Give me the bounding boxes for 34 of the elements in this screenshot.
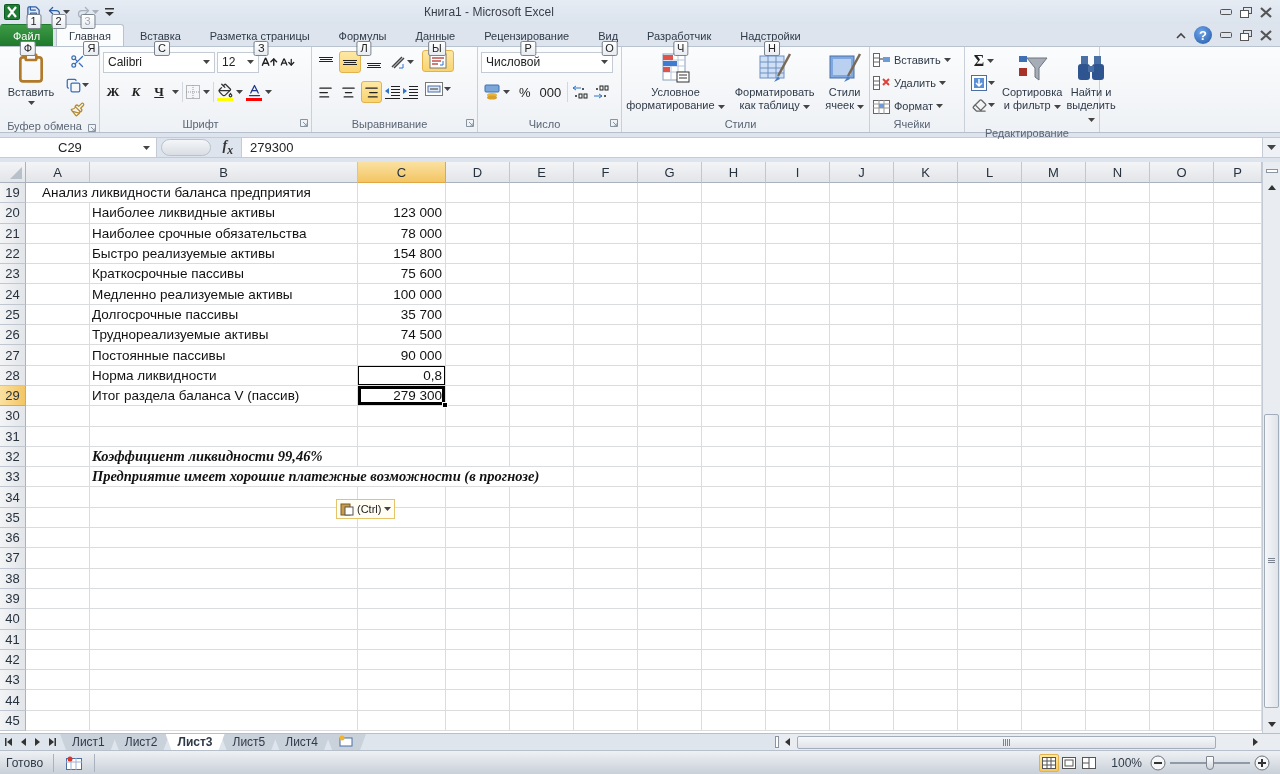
status-text: Готово [0, 753, 55, 772]
group-label: Буфер обмена [7, 120, 82, 132]
cell-text: Быстро реализуемые активы [92, 246, 276, 262]
window-title: Книга1 - Microsoft Excel [424, 5, 555, 19]
cell-text: Наиболее ликвидные активы [92, 205, 276, 221]
keytip-tooltip: Ф [19, 41, 37, 56]
keytip-tooltip: Н [763, 41, 780, 56]
group-label: Шрифт [182, 117, 219, 130]
cell-text: Итог раздела баланса V (пассив) [92, 388, 301, 404]
cell-text: Норма ликвидности [92, 367, 218, 383]
cell-text: Краткосрочные пассивы [92, 266, 245, 282]
keytip-tooltip: 3 [80, 13, 95, 29]
group-label: Выравнивание [351, 117, 428, 130]
keytip-tooltip: З [253, 41, 269, 56]
cell-text: Анализ ликвидности баланса предприятия [42, 185, 312, 201]
cell-text: Наиболее срочные обязательства [92, 225, 308, 241]
group-label: Редактирование [985, 127, 1069, 139]
keytip-tooltip: Я [83, 41, 100, 56]
cell-text: Постоянные пассивы [92, 347, 227, 363]
keytip-tooltip: С [153, 41, 170, 56]
group-label: Число [528, 117, 561, 130]
keytip-tooltip: Ч [673, 41, 689, 56]
keytip-tooltip: Л [356, 41, 372, 56]
cell-text: Долгосрочные пассивы [92, 306, 240, 322]
keytip-tooltip: Ы [428, 41, 446, 56]
keytip-tooltip: 2 [51, 13, 66, 29]
group-label: Ячейки [893, 118, 931, 130]
cell-text: Труднореализуемые активы [92, 327, 270, 343]
cell-text: Коэффициент ликвидности 99,46% [92, 448, 324, 465]
keytip-tooltip: О [601, 41, 618, 56]
group-label: Стили [724, 117, 757, 130]
cell-text: Предприятие имеет хорошие платежные возможности (в прогнозе) [92, 468, 541, 486]
cell-text: Медленно реализуемые активы [92, 286, 294, 302]
keytip-tooltip: Р [520, 41, 536, 56]
